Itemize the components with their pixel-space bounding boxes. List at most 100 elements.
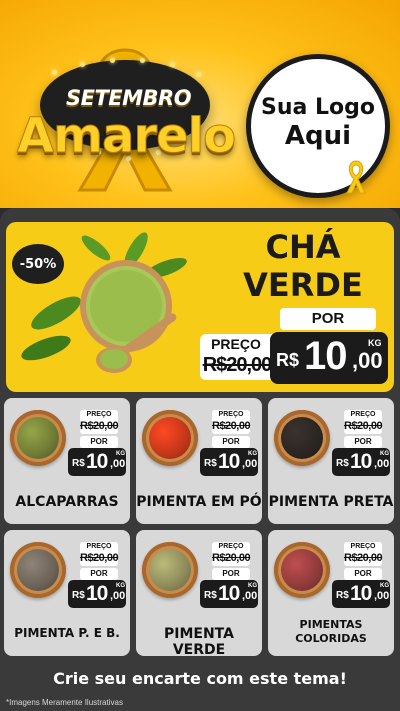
new-price-box: R$ 10 ,00 KG <box>200 580 258 608</box>
product-name-line2: COLORIDAS <box>295 632 367 645</box>
old-price-box: PREÇO R$20,00 <box>344 410 383 434</box>
old-price-box: PREÇO R$20,00 <box>212 410 251 434</box>
price-decimal: ,00 <box>242 458 258 470</box>
new-price-box: R$ 10 ,00 KG <box>332 448 390 476</box>
new-price-box: R$ 10 ,00 KG <box>68 448 126 476</box>
currency: R$ <box>336 458 349 469</box>
header-banner: SETEMBRO Amarelo Sua Logo Aqui <box>0 0 400 208</box>
old-price: R$20,00 <box>212 420 251 432</box>
price-integer: 10 <box>304 334 347 378</box>
old-price-box: PREÇO R$20,00 <box>200 334 272 380</box>
price-integer: 10 <box>350 450 372 473</box>
preco-label: PREÇO <box>218 543 244 550</box>
title-amarelo: Amarelo <box>16 108 236 165</box>
product-name: PIMENTA VERDE <box>164 626 234 656</box>
old-price: R$20,00 <box>344 552 383 564</box>
por-label: POR <box>344 568 382 580</box>
preco-label: PREÇO <box>350 543 376 550</box>
por-label: POR <box>212 568 250 580</box>
spice-fill <box>17 417 59 459</box>
currency: R$ <box>72 458 85 469</box>
spice-fill <box>149 549 191 591</box>
product-name-line2: VERDE <box>243 266 363 304</box>
preco-label: PREÇO <box>218 411 244 418</box>
spice-fill <box>281 417 323 459</box>
new-price-box: R$ 10 ,00 KG <box>68 580 126 608</box>
logo-placeholder[interactable]: Sua Logo Aqui <box>246 54 390 198</box>
marquee-light <box>110 58 115 63</box>
title-setembro: SETEMBRO <box>66 86 192 110</box>
product-card[interactable]: PREÇO R$20,00 POR R$ 10 ,00 KG PIMENTA E… <box>136 398 262 524</box>
price-integer: 10 <box>218 450 240 473</box>
preco-label: PREÇO <box>350 411 376 418</box>
black-white-pepper-bowl-icon <box>10 542 66 598</box>
black-pepper-bowl-icon <box>274 410 330 466</box>
old-price: R$20,00 <box>344 420 383 432</box>
price-integer: 10 <box>86 450 108 473</box>
price-unit: KG <box>380 583 389 589</box>
por-label: POR <box>80 568 118 580</box>
price-integer: 10 <box>86 582 108 605</box>
price-decimal: ,00 <box>110 590 126 602</box>
old-price: R$20,00 <box>80 420 119 432</box>
cta-banner[interactable]: Crie seu encarte com este tema! <box>0 664 400 694</box>
product-card[interactable]: PREÇO R$20,00 POR R$ 10 ,00 KG ALCAPARRA… <box>4 398 130 524</box>
product-card[interactable]: PREÇO R$20,00 POR R$ 10 ,00 KG PIMENTA P… <box>4 530 130 656</box>
new-price-box: R$ 10 ,00 KG <box>332 580 390 608</box>
marquee-light <box>80 62 85 67</box>
product-name: ALCAPARRAS <box>15 494 119 510</box>
price-decimal: ,00 <box>110 458 126 470</box>
old-price: R$20,00 <box>80 552 119 564</box>
product-name: PIMENTA P. E B. <box>14 626 120 640</box>
capers-bowl-icon <box>10 410 66 466</box>
currency: R$ <box>204 458 217 469</box>
currency: R$ <box>276 350 300 370</box>
logo-text-line2: Aqui <box>284 121 352 151</box>
price-integer: 10 <box>350 582 372 605</box>
price-unit: KG <box>116 451 125 457</box>
new-price-box: R$ 10 ,00 KG <box>270 332 388 384</box>
product-name-line1: CHÁ <box>265 228 341 266</box>
preco-label: PREÇO <box>86 411 112 418</box>
price-decimal: ,00 <box>352 348 383 373</box>
currency: R$ <box>204 590 217 601</box>
marquee-light <box>170 62 175 67</box>
por-label: POR <box>280 308 376 330</box>
product-card[interactable]: PREÇO R$20,00 POR R$ 10 ,00 KG PIMENTA V… <box>136 530 262 656</box>
old-price-box: PREÇO R$20,00 <box>212 542 251 566</box>
marquee-light <box>52 70 57 75</box>
product-card[interactable]: PREÇO R$20,00 POR R$ 10 ,00 KG PIMENTAS … <box>268 530 394 656</box>
product-name-line1: PIMENTAS <box>299 618 363 631</box>
marquee-light <box>196 72 201 77</box>
green-pepper-bowl-icon <box>142 542 198 598</box>
preco-label: PREÇO <box>86 543 112 550</box>
currency: R$ <box>72 590 85 601</box>
old-price-box: PREÇO R$20,00 <box>80 542 119 566</box>
chili-powder-bowl-icon <box>142 410 198 466</box>
spice-fill <box>17 549 59 591</box>
disclaimer: *Imagens Meramente Ilustrativas <box>6 698 123 707</box>
old-price-box: PREÇO R$20,00 <box>80 410 119 434</box>
por-label: POR <box>80 436 118 448</box>
price-integer: 10 <box>218 582 240 605</box>
price-unit: KG <box>248 583 257 589</box>
product-card[interactable]: PREÇO R$20,00 POR R$ 10 ,00 KG PIMENTA P… <box>268 398 394 524</box>
old-price: R$20,00 <box>212 552 251 564</box>
featured-offer-card[interactable]: -50% CHÁ VERDE POR PREÇO R$20,00 R$ 10 ,… <box>6 222 394 392</box>
old-price: R$20,00 <box>202 354 273 376</box>
price-decimal: ,00 <box>242 590 258 602</box>
price-unit: KG <box>248 451 257 457</box>
currency: R$ <box>336 590 349 601</box>
product-name: PIMENTA EM PÓ <box>136 494 262 510</box>
product-name: PIMENTA PRETA <box>268 494 394 510</box>
new-price-box: R$ 10 ,00 KG <box>200 448 258 476</box>
discount-badge: -50% <box>12 244 64 284</box>
price-unit: KG <box>116 583 125 589</box>
por-label: POR <box>344 436 382 448</box>
price-unit: KG <box>368 338 382 348</box>
spice-fill <box>281 549 323 591</box>
preco-label: PREÇO <box>211 336 261 352</box>
mixed-peppercorns-bowl-icon <box>274 542 330 598</box>
yellow-ribbon-icon <box>346 160 366 194</box>
spice-fill <box>149 417 191 459</box>
